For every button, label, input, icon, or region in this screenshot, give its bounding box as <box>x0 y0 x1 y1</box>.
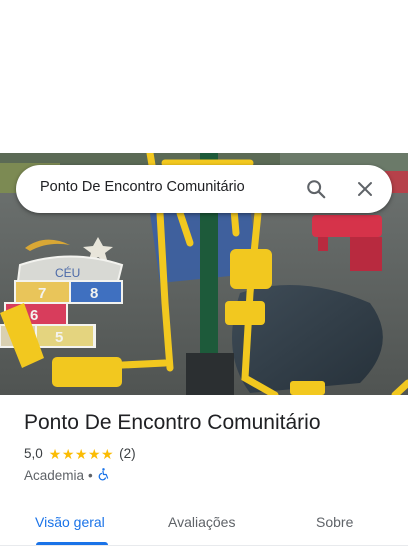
tab-reviews[interactable]: Avaliações <box>168 514 235 530</box>
separator: • <box>88 468 93 483</box>
tab-about[interactable]: Sobre <box>316 514 353 530</box>
hopscotch-number-8: 8 <box>90 285 98 302</box>
red-bench <box>312 215 382 237</box>
close-icon[interactable] <box>351 175 379 203</box>
star-icon: ★ <box>61 445 75 462</box>
search-bar[interactable]: Ponto De Encontro Comunitário <box>16 165 392 213</box>
hopscotch-number-7: 7 <box>38 285 46 302</box>
tab-overview[interactable]: Visão geral <box>35 514 105 530</box>
review-count[interactable]: (2) <box>119 446 136 461</box>
star-icon: ★ <box>74 445 88 462</box>
star-icon: ★ <box>48 445 62 462</box>
place-details-panel: Ponto De Encontro Comunitário 5,0 ★ ★ ★ … <box>0 395 408 546</box>
place-tabs: Visão geral Avaliações Sobre <box>0 503 408 546</box>
hopscotch-word: CÉU <box>55 265 80 280</box>
place-category[interactable]: Academia <box>24 468 84 483</box>
rating-value: 5,0 <box>24 446 43 461</box>
place-title: Ponto De Encontro Comunitário <box>24 411 321 434</box>
category-row: Academia • <box>24 467 110 484</box>
star-rating: ★ ★ ★ ★ ★ <box>49 447 114 461</box>
wheelchair-icon <box>97 467 110 484</box>
search-query[interactable]: Ponto De Encontro Comunitário <box>40 179 245 195</box>
hopscotch-number-6: 6 <box>30 307 38 324</box>
rating-row[interactable]: 5,0 ★ ★ ★ ★ ★ (2) <box>24 446 136 461</box>
star-icon: ★ <box>87 445 101 462</box>
hopscotch-number-5: 5 <box>55 329 63 346</box>
blank-map-area <box>0 0 408 153</box>
search-icon[interactable] <box>302 175 330 203</box>
star-icon: ★ <box>101 445 114 462</box>
